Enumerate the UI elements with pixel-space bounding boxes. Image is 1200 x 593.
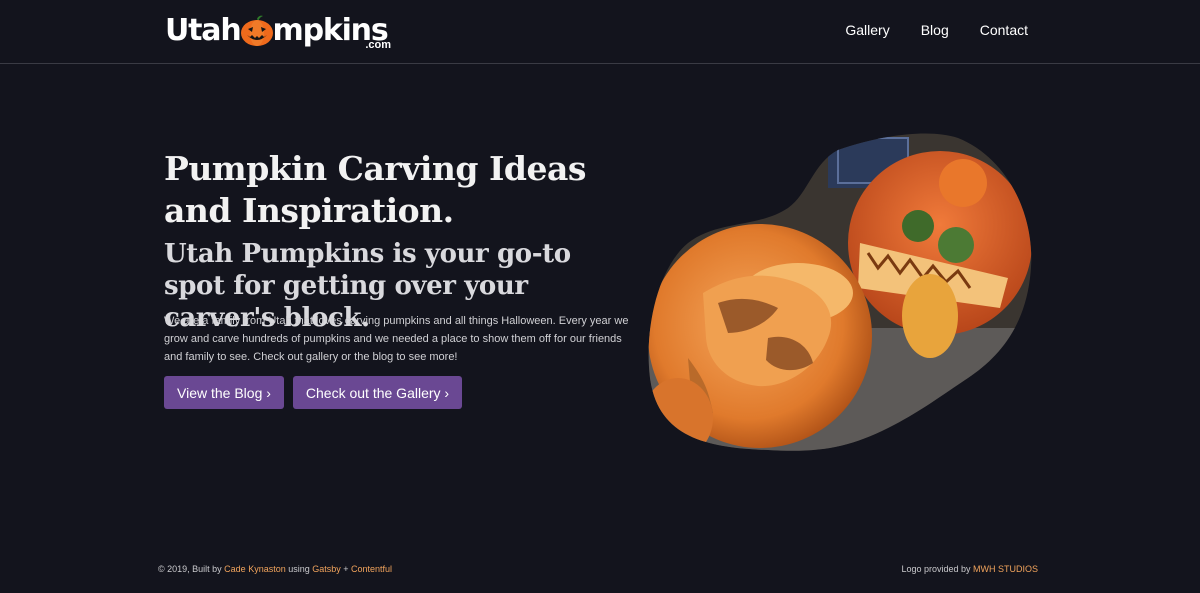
nav-gallery[interactable]: Gallery — [845, 22, 889, 38]
logo-text-utah: Utah — [165, 13, 242, 48]
nav-contact[interactable]: Contact — [980, 22, 1028, 38]
hero-actions: View the Blog › Check out the Gallery › — [164, 376, 463, 409]
contentful-link[interactable]: Contentful — [351, 564, 392, 574]
view-blog-button[interactable]: View the Blog › — [164, 376, 284, 409]
nav-blog[interactable]: Blog — [921, 22, 949, 38]
logo-domain-suffix: .com — [365, 39, 391, 51]
site-footer: © 2019, Built by Cade Kynaston using Gat… — [158, 564, 1038, 574]
site-logo[interactable]: Utah mpkins .com — [165, 8, 397, 54]
footer-logo-credit: Logo provided by MWH STUDIOS — [901, 564, 1038, 574]
site-header: Utah mpkins .com Gallery Blog Contact — [0, 0, 1200, 64]
logo-credit-text: Logo provided by — [901, 564, 973, 574]
main-nav: Gallery Blog Contact — [845, 22, 1028, 38]
hero-title: Pumpkin Carving Ideas and Inspiration. — [164, 149, 586, 230]
logo-wordmark: Utah mpkins — [165, 13, 389, 48]
hero-description: We are a family from Utah that loves car… — [164, 315, 629, 363]
jack-o-lantern-icon — [240, 15, 273, 46]
footer-copyright: © 2019, Built by — [158, 564, 225, 574]
footer-credits: © 2019, Built by Cade Kynaston using Gat… — [158, 564, 392, 574]
author-link[interactable]: Cade Kynaston — [224, 564, 286, 574]
view-gallery-button[interactable]: Check out the Gallery › — [292, 376, 463, 409]
footer-plus-text: + — [340, 564, 352, 574]
mwh-studios-link[interactable]: MWH STUDIOS — [973, 564, 1038, 574]
gatsby-link[interactable]: Gatsby — [312, 564, 341, 574]
footer-using-text: using — [285, 564, 313, 574]
carved-pumpkins-image — [648, 133, 1032, 451]
